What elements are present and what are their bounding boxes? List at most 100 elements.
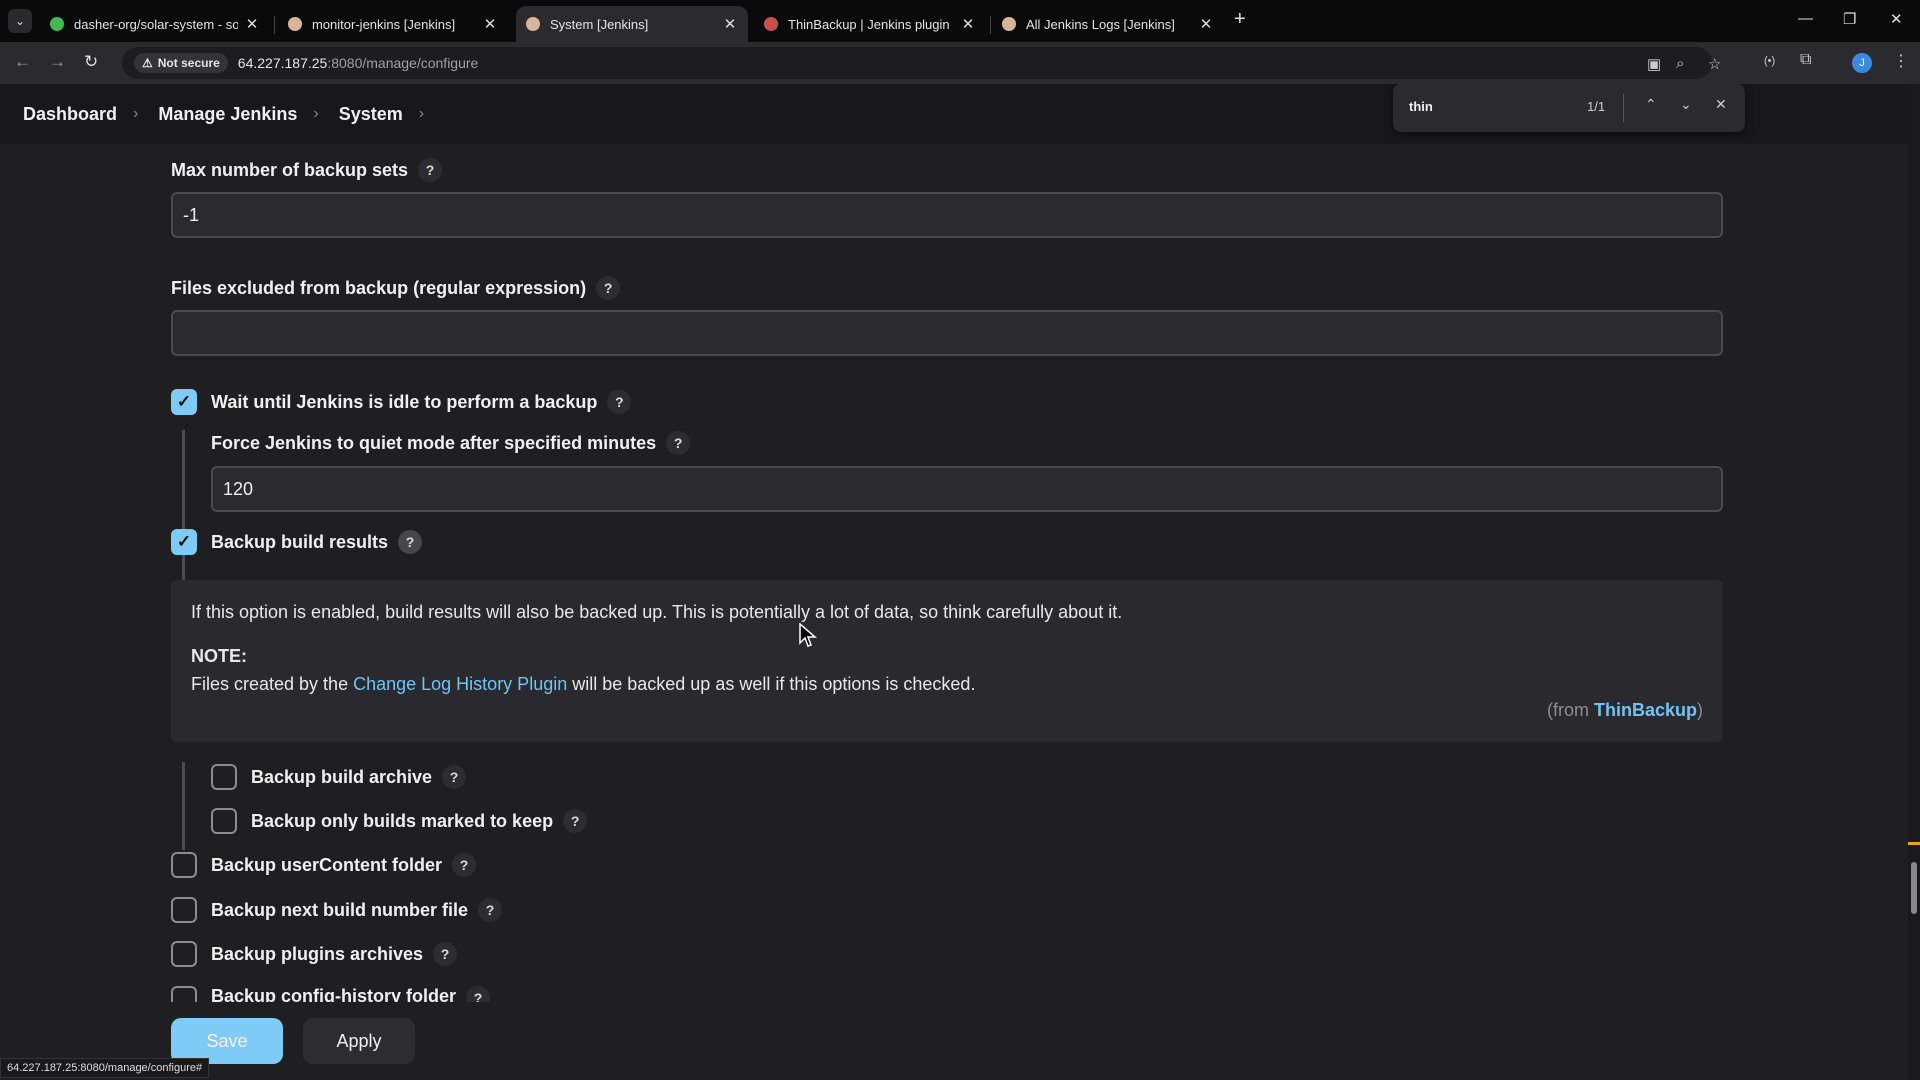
backup-config-history-checkbox[interactable] (171, 986, 197, 1002)
forward-icon[interactable]: → (49, 52, 66, 72)
url-host: 64.227.187.25 (237, 55, 328, 71)
wait-idle-option: ✓ Wait until Jenkins is idle to perform … (171, 389, 632, 415)
tab-system-jenkins[interactable]: System [Jenkins] ✕ (516, 6, 748, 42)
url-field[interactable]: ⚠ Not secure 64.227.187.25:8080/manage/c… (122, 47, 1721, 79)
tab-title: dasher-org/solar-system - solar (74, 16, 238, 32)
tab-search-icon[interactable]: ⌄ (8, 9, 32, 33)
max-backup-sets-input[interactable]: -1 (171, 192, 1723, 238)
find-input[interactable]: thin (1409, 99, 1433, 114)
close-tab-icon[interactable]: ✕ (244, 15, 260, 33)
url-path: :8080/manage/configure (327, 55, 479, 71)
tab-solar-system[interactable]: dasher-org/solar-system - solar ✕ (40, 6, 270, 42)
backup-config-history-option: Backup config-history folder ? (171, 986, 491, 1002)
find-previous-icon[interactable]: ⌃ (1645, 96, 1657, 113)
tab-title: monitor-jenkins [Jenkins] (312, 16, 456, 32)
tab-divider (990, 16, 991, 34)
mouse-cursor-icon (799, 623, 817, 647)
help-icon[interactable]: ? (596, 276, 621, 300)
github-favicon-icon (50, 17, 64, 31)
find-close-icon[interactable]: ✕ (1715, 96, 1727, 113)
bookmark-star-icon[interactable]: ☆ (1708, 55, 1721, 73)
help-icon[interactable]: ? (666, 431, 691, 455)
help-icon[interactable]: ? (398, 530, 423, 554)
field-label-text: Files excluded from backup (regular expr… (171, 277, 587, 298)
help-icon[interactable]: ? (442, 765, 467, 789)
page-action-icon[interactable]: ▣ (1647, 55, 1661, 73)
not-secure-badge[interactable]: ⚠ Not secure (134, 53, 228, 73)
checkbox-label[interactable]: Backup build results (211, 532, 388, 553)
tab-title: All Jenkins Logs [Jenkins] (1026, 16, 1175, 32)
profile-avatar[interactable]: J (1852, 53, 1872, 73)
tab-jenkins-logs[interactable]: All Jenkins Logs [Jenkins] ✕ (992, 6, 1224, 42)
jenkins-favicon-icon (288, 17, 302, 31)
close-tab-icon[interactable]: ✕ (960, 15, 976, 33)
tab-title: ThinBackup | Jenkins plugin (788, 16, 950, 32)
tab-divider (274, 16, 275, 34)
backup-build-archive-checkbox[interactable] (211, 764, 237, 790)
checkbox-label[interactable]: Backup userContent folder (211, 855, 442, 876)
help-icon[interactable]: ? (452, 853, 477, 877)
help-icon[interactable]: ? (466, 986, 491, 1002)
jenkins-plugin-favicon-icon (764, 17, 778, 31)
address-bar: ← → ↻ ⚠ Not secure 64.227.187.25:8080/ma… (0, 42, 1920, 84)
help-text: If this option is enabled, build results… (191, 602, 1123, 622)
checkbox-label[interactable]: Backup next build number file (211, 900, 468, 921)
page-scrollbar[interactable] (1908, 84, 1920, 1080)
url-text: 64.227.187.25:8080/manage/configure (238, 55, 479, 71)
breadcrumb-system[interactable]: System (339, 104, 403, 125)
media-icon[interactable]: (•) (1764, 55, 1775, 67)
minimize-icon[interactable]: — (1798, 10, 1813, 27)
browser-menu-icon[interactable]: ⋮ (1893, 51, 1909, 71)
help-note-text: Files created by the Change Log History … (191, 674, 975, 695)
backup-build-results-checkbox[interactable]: ✓ (171, 529, 197, 555)
change-log-history-plugin-link[interactable]: Change Log History Plugin (353, 674, 567, 694)
find-bar: thin 1/1 ⌃ ⌄ ✕ (1393, 84, 1745, 132)
close-tab-icon[interactable]: ✕ (1198, 15, 1214, 33)
help-icon[interactable]: ? (433, 942, 458, 966)
apply-button[interactable]: Apply (303, 1018, 415, 1064)
tab-thinbackup-plugin[interactable]: ThinBackup | Jenkins plugin ✕ (754, 6, 986, 42)
checkbox-label[interactable]: Wait until Jenkins is idle to perform a … (211, 392, 597, 413)
backup-usercontent-checkbox[interactable] (171, 852, 197, 878)
backup-plugins-option: Backup plugins archives ? (171, 941, 458, 967)
backup-build-results-option: ✓ Backup build results ? (171, 529, 423, 555)
force-quiet-minutes-input[interactable]: 120 (211, 466, 1723, 512)
restore-icon[interactable]: ❐ (1843, 10, 1856, 28)
checkbox-label[interactable]: Backup build archive (251, 767, 432, 788)
zoom-icon[interactable]: ⌕ (1676, 55, 1684, 72)
chevron-right-icon: › (133, 105, 139, 122)
jenkins-favicon-icon (1002, 17, 1016, 31)
thinbackup-link[interactable]: ThinBackup (1594, 700, 1697, 720)
checkbox-label[interactable]: Backup only builds marked to keep (251, 811, 553, 832)
backup-next-build-checkbox[interactable] (171, 897, 197, 923)
nested-indent-line (182, 762, 185, 850)
help-icon[interactable]: ? (418, 158, 443, 182)
find-match-marker (1908, 842, 1920, 845)
link-status-bar: 64.227.187.25:8080/manage/configure# (0, 1058, 210, 1078)
new-tab-icon[interactable]: + (1234, 8, 1246, 31)
reload-icon[interactable]: ↻ (84, 52, 98, 72)
find-next-icon[interactable]: ⌄ (1680, 96, 1692, 113)
tab-monitor-jenkins[interactable]: monitor-jenkins [Jenkins] ✕ (278, 6, 508, 42)
files-excluded-input[interactable] (171, 310, 1723, 356)
close-tab-icon[interactable]: ✕ (722, 15, 738, 33)
help-source: (from ThinBackup) (1547, 700, 1703, 721)
chevron-right-icon: › (313, 105, 319, 122)
breadcrumb-manage-jenkins[interactable]: Manage Jenkins (158, 104, 297, 125)
help-icon[interactable]: ? (607, 390, 632, 414)
close-window-icon[interactable]: ✕ (1890, 10, 1903, 28)
checkbox-label[interactable]: Backup plugins archives (211, 944, 423, 965)
back-icon[interactable]: ← (14, 52, 31, 72)
help-icon[interactable]: ? (563, 809, 588, 833)
extensions-icon[interactable]: ⧉ (1800, 51, 1811, 69)
checkbox-label[interactable]: Backup config-history folder (211, 986, 456, 1002)
backup-only-keep-checkbox[interactable] (211, 808, 237, 834)
backup-only-keep-option: Backup only builds marked to keep ? (211, 808, 588, 834)
backup-plugins-checkbox[interactable] (171, 941, 197, 967)
help-icon[interactable]: ? (478, 898, 503, 922)
close-tab-icon[interactable]: ✕ (482, 15, 498, 33)
nested-indent-line (182, 430, 185, 598)
breadcrumb-dashboard[interactable]: Dashboard (23, 104, 117, 125)
wait-idle-checkbox[interactable]: ✓ (171, 389, 197, 415)
scrollbar-thumb[interactable] (1911, 862, 1917, 914)
